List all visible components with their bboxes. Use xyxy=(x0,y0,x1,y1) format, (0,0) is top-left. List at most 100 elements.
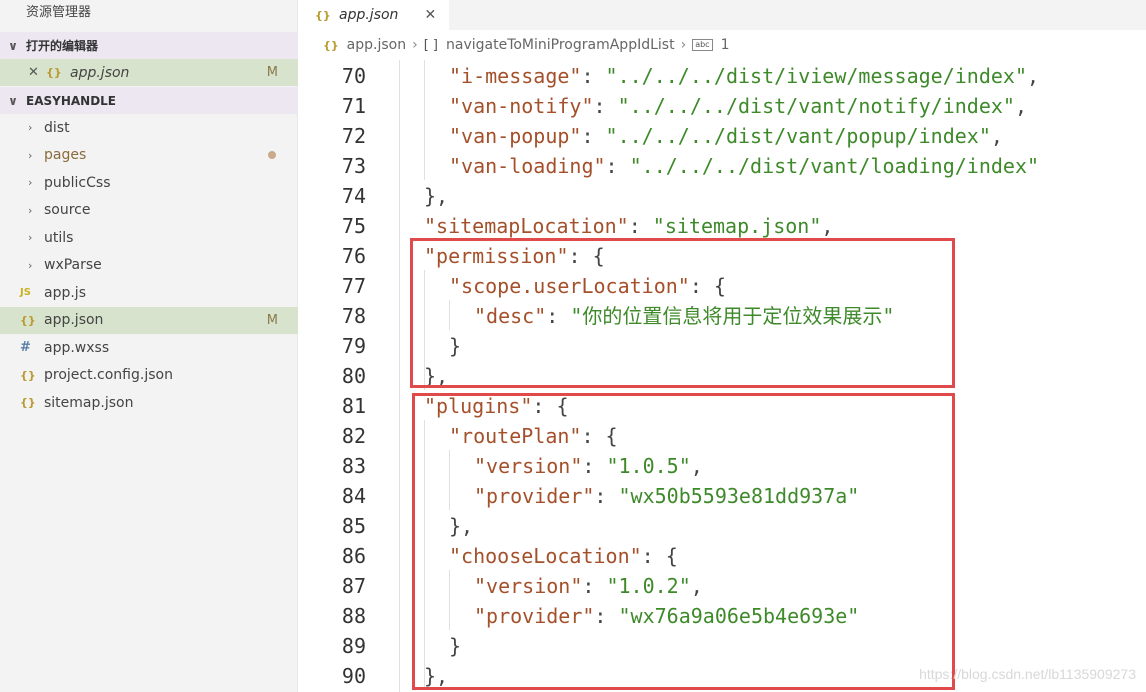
json-string: "../../../dist/vant/notify/index" xyxy=(617,94,1015,118)
line-number: 88 xyxy=(341,604,366,628)
line-number: 87 xyxy=(341,574,366,598)
tree-item-label: dist xyxy=(44,119,70,136)
chevron-right-icon: › xyxy=(28,203,33,217)
tree-item-label: project.config.json xyxy=(44,367,173,383)
chevron-right-icon: › xyxy=(412,37,418,53)
explorer-sidebar: 资源管理器 ∨ 打开的编辑器 ✕ {} app.json M ∨ EASYHAN… xyxy=(0,0,298,692)
tab-app-json[interactable]: {} app.json ✕ xyxy=(299,0,449,30)
string-value-icon: abc xyxy=(692,39,713,51)
line-number: 72 xyxy=(341,124,366,148)
json-key: "van-loading" xyxy=(449,154,606,178)
code-content: "van-notify": "../../../dist/vant/notify… xyxy=(449,91,1027,121)
project-label: EASYHANDLE xyxy=(26,93,116,108)
json-punctuation: , xyxy=(1026,64,1040,88)
open-editor-item[interactable]: ✕ {} app.json M xyxy=(0,59,298,86)
modified-badge: M xyxy=(266,65,278,80)
tree-item[interactable]: JS app.js xyxy=(0,279,298,306)
json-punctuation: : xyxy=(581,124,606,148)
line-number: 78 xyxy=(341,304,366,328)
chevron-right-icon: › xyxy=(28,121,33,134)
tab-bar: {} app.json ✕ xyxy=(299,0,1146,30)
plugins-highlight-box xyxy=(412,393,955,690)
project-section[interactable]: ∨ EASYHANDLE xyxy=(0,87,298,114)
open-editors-label: 打开的编辑器 xyxy=(26,39,99,53)
code-content: "sitemapLocation": "sitemap.json", xyxy=(424,211,833,241)
js-file-icon: JS xyxy=(20,287,31,298)
tree-item[interactable]: › source xyxy=(0,197,298,224)
json-punctuation: , xyxy=(990,124,1003,148)
tree-item[interactable]: › pages xyxy=(0,142,298,169)
code-content: "i-message": "../../../dist/iview/messag… xyxy=(449,61,1039,91)
json-key: "sitemapLocation" xyxy=(424,214,629,238)
tree-item-label: wxParse xyxy=(44,257,102,273)
breadcrumb-item[interactable]: 1 xyxy=(721,37,730,53)
tree-item[interactable]: # app.wxss xyxy=(0,334,298,361)
watermark: https://blog.csdn.net/lb1135909273 xyxy=(919,666,1136,682)
line-number: 83 xyxy=(341,454,366,478)
line-number: 73 xyxy=(341,154,366,178)
tree-item[interactable]: › dist xyxy=(0,114,298,141)
json-key: "i-message" xyxy=(449,64,582,88)
code-content: "van-popup": "../../../dist/vant/popup/i… xyxy=(449,121,1003,151)
breadcrumb-array[interactable]: navigateToMiniProgramAppIdList xyxy=(446,37,675,53)
tab-label: app.json xyxy=(339,7,399,23)
code-content: "van-loading": "../../../dist/vant/loadi… xyxy=(449,151,1039,181)
tree-item-label: publicCss xyxy=(44,174,111,191)
line-number: 82 xyxy=(341,424,366,448)
json-punctuation: , xyxy=(1014,94,1027,118)
open-editor-label: app.json xyxy=(70,64,130,81)
chevron-right-icon: › xyxy=(28,231,33,244)
line-number: 70 xyxy=(341,64,366,88)
tree-item-label: utils xyxy=(44,229,74,246)
line-number: 80 xyxy=(341,364,366,388)
code-line: 75 "sitemapLocation": "sitemap.json", xyxy=(299,211,1146,241)
chevron-down-icon: ∨ xyxy=(8,93,18,108)
breadcrumb-file[interactable]: app.json xyxy=(347,37,406,53)
tree-item-label: app.wxss xyxy=(44,339,110,356)
modified-badge: M xyxy=(266,312,278,328)
json-file-icon: {} xyxy=(20,368,36,382)
json-punctuation: : xyxy=(593,94,618,118)
tree-item-label: source xyxy=(44,202,91,218)
line-number: 90 xyxy=(341,664,366,688)
chevron-down-icon: ∨ xyxy=(8,38,18,53)
json-string: "../../../dist/iview/message/index" xyxy=(605,64,1027,88)
tree-item[interactable]: {} app.json M xyxy=(0,306,298,334)
code-content: }, xyxy=(424,181,448,211)
json-key: "van-notify" xyxy=(449,94,594,118)
tree-item[interactable]: {} sitemap.json xyxy=(0,389,298,416)
json-punctuation: : xyxy=(581,64,606,88)
code-line: 74}, xyxy=(299,181,1146,211)
json-key: "van-popup" xyxy=(449,124,582,148)
code-line: 72 "van-popup": "../../../dist/vant/popup… xyxy=(299,121,1146,151)
tree-item-label: sitemap.json xyxy=(44,394,134,411)
line-number: 77 xyxy=(341,274,366,298)
css-file-icon: # xyxy=(20,340,31,355)
json-string: "../../../dist/vant/loading/index" xyxy=(629,154,1040,178)
json-punctuation: }, xyxy=(424,184,449,208)
explorer-title: 资源管理器 xyxy=(26,5,92,20)
line-number: 89 xyxy=(341,634,366,658)
permission-highlight-box xyxy=(410,238,955,388)
close-icon[interactable]: ✕ xyxy=(0,65,46,80)
tree-item[interactable]: {} project.config.json xyxy=(0,362,298,389)
open-editors-section[interactable]: ∨ 打开的编辑器 xyxy=(0,32,298,59)
tree-item-label: app.json xyxy=(44,312,104,328)
tree-item[interactable]: › utils xyxy=(0,224,298,251)
json-file-icon: {} xyxy=(323,38,339,52)
chevron-right-icon: › xyxy=(28,148,33,162)
json-file-icon: {} xyxy=(20,396,36,409)
json-punctuation: , xyxy=(821,214,834,238)
json-punctuation: : xyxy=(605,154,630,178)
json-file-icon: {} xyxy=(46,66,62,79)
code-line: 70 "i-message": "../../../dist/iview/mess… xyxy=(299,61,1146,91)
line-number: 79 xyxy=(341,334,366,358)
line-number: 75 xyxy=(341,214,366,238)
close-icon[interactable]: ✕ xyxy=(424,7,436,23)
tree-item[interactable]: › wxParse xyxy=(0,252,298,279)
chevron-right-icon: › xyxy=(680,37,687,53)
tree-item[interactable]: › publicCss xyxy=(0,169,298,196)
json-string: "sitemap.json" xyxy=(652,214,822,238)
line-number: 85 xyxy=(341,514,366,538)
line-number: 76 xyxy=(341,244,366,268)
